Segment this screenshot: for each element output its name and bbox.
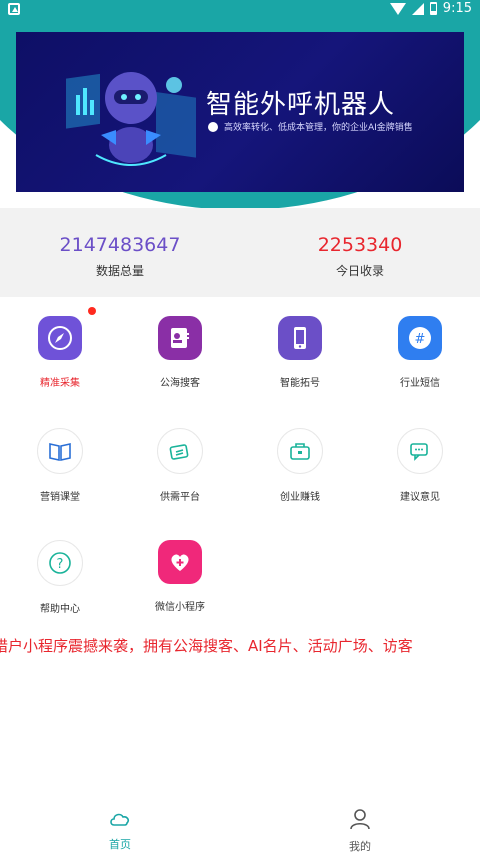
grid-label: 创业赚钱 [280,492,320,503]
grid-item-industry-sms[interactable]: # 行业短信 [360,316,480,389]
grid-label: 帮助中心 [40,604,80,615]
grid-item-help-center[interactable]: ? 帮助中心 [0,540,120,615]
grid-item-precise-collect[interactable]: 精准采集 [0,316,120,389]
announcement-marquee[interactable]: 猎户小程序震撼来袭，拥有公海搜客、AI名片、活动广场、访客 [0,633,480,659]
grid-item-suggestions[interactable]: 建议意见 [360,428,480,503]
grid-label: 智能拓号 [280,378,320,389]
grid-item-smart-number[interactable]: 智能拓号 [240,316,360,389]
nav-mine-label: 我的 [349,840,371,853]
stat-total-label: 数据总量 [95,264,144,278]
notification-badge [88,307,96,315]
status-icons: 9:15 [389,1,472,16]
stat-total-value: 2147483647 [59,234,181,256]
promo-banner[interactable]: 智能外呼机器人 高效率转化、低成本管理，你的企业AI金牌销售 [16,32,464,192]
grid-label: 微信小程序 [155,602,205,613]
grid-label: 行业短信 [400,378,440,389]
grid-label: 公海搜客 [160,378,200,389]
grid-label: 营销课堂 [40,492,80,503]
nav-home-label: 首页 [109,838,131,851]
nav-mine[interactable]: 我的 [240,800,480,855]
open-book-icon [37,428,83,474]
status-bar: 9:15 [0,0,480,20]
notification-icon [8,3,20,15]
hashtag-chat-icon: # [398,316,442,360]
contact-card-icon [158,316,202,360]
heart-plus-icon [158,540,202,584]
nav-home[interactable]: 首页 [0,800,240,855]
banner-subtitle: 高效率转化、低成本管理，你的企业AI金牌销售 [208,120,413,133]
svg-text:#: # [415,332,426,347]
tooth-icon [208,121,218,132]
mobile-phone-icon [278,316,322,360]
robot-illustration-icon [66,72,196,166]
grid-label: 建议意见 [400,492,440,503]
banner-subtitle-text: 高效率转化、低成本管理，你的企业AI金牌销售 [224,123,413,133]
signal-icon [411,2,424,15]
announcement-text: 猎户小程序震撼来袭，拥有公海搜客、AI名片、活动广场、访客 [0,637,413,655]
stat-today: 2253340 今日收录 [240,208,480,297]
grid-label: 供需平台 [160,492,200,503]
battery-icon [429,2,437,15]
status-time: 9:15 [442,1,472,16]
chat-bubbles-icon [397,428,443,474]
grid-label: 精准采集 [40,378,80,389]
grid-item-supply-demand[interactable]: 供需平台 [120,428,240,503]
banner-title: 智能外呼机器人 [206,90,396,120]
stats-panel: 2147483647 数据总量 2253340 今日收录 [0,208,480,297]
briefcase-icon [277,428,323,474]
svg-text:?: ? [57,557,64,572]
grid-item-public-search[interactable]: 公海搜客 [120,316,240,389]
bottom-nav: 首页 我的 [0,800,480,855]
stat-today-label: 今日收录 [335,264,384,278]
person-icon [350,809,370,830]
grid-item-marketing-class[interactable]: 营销课堂 [0,428,120,503]
cards-icon [157,428,203,474]
cloud-icon [110,813,130,826]
stat-today-value: 2253340 [317,234,403,256]
question-icon: ? [37,540,83,586]
compass-icon [38,316,82,360]
grid-item-wechat-miniapp[interactable]: 微信小程序 [120,540,240,613]
stat-total: 2147483647 数据总量 [0,208,240,297]
grid-item-startup-earn[interactable]: 创业赚钱 [240,428,360,503]
wifi-icon [389,2,406,15]
